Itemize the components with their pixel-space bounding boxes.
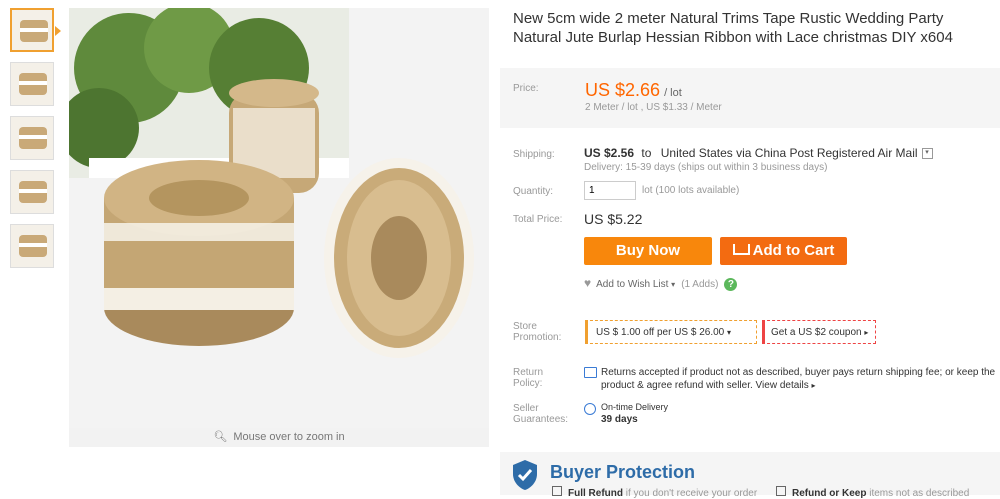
price-per-meter: 2 Meter / lot , US $1.33 / Meter [585,102,722,113]
chevron-right-icon: ▸ [864,328,869,337]
quantity-label: Quantity: [513,186,554,197]
add-to-cart-label: Add to Cart [752,242,835,259]
add-to-wishlist-link[interactable]: Add to Wish List [596,279,668,290]
wishlist-count: (1 Adds) [681,279,719,290]
total-price-label: Total Price: [513,214,563,225]
shipping-dropdown-icon[interactable]: ▾ [921,148,933,160]
full-refund-bold: Full Refund [568,488,623,499]
thumbnail-4[interactable] [10,170,54,214]
thumbnail-2[interactable] [10,62,54,106]
total-price-value: US $5.22 [584,211,643,227]
heart-icon[interactable]: ♥ [584,276,591,290]
quantity-availability: lot (100 lots available) [642,185,740,196]
get-coupon-text: Get a US $2 coupon [771,327,862,338]
chevron-down-icon: ▾ [727,328,732,337]
price-amount: US $2.66 [585,80,661,100]
zoom-hint-text: Mouse over to zoom in [233,431,345,443]
buy-now-button[interactable]: Buy Now [584,237,712,265]
get-coupon-link[interactable]: Get a US $2 coupon ▸ [762,320,876,344]
refund-or-keep-text: items not as described [869,488,970,499]
shipping-destination[interactable]: United States via China Post Registered … [661,146,918,160]
help-icon[interactable]: ? [724,277,738,291]
add-to-cart-button[interactable]: Add to Cart [720,237,847,265]
thumbnail-1[interactable] [10,8,54,52]
thumbnail-3[interactable] [10,116,54,160]
chevron-down-icon[interactable]: ▾ [671,280,675,289]
price-label: Price: [513,83,539,94]
quantity-input[interactable] [584,181,636,200]
zoom-hint-bar: 🔍︎ Mouse over to zoom in [69,428,489,447]
chevron-right-icon: ▸ [811,381,816,390]
cart-icon [732,243,750,255]
shipping-to: to [641,146,652,160]
shipping-label: Shipping: [513,149,555,160]
store-coupon-dropdown[interactable]: US $ 1.00 off per US $ 26.00 ▾ [585,320,757,344]
refund-or-keep-row: Refund or Keep items not as described [776,486,969,499]
price-value: US $2.66/ lot [585,80,682,101]
full-refund-row: Full Refund if you don't receive your or… [552,486,757,499]
product-title: New 5cm wide 2 meter Natural Trims Tape … [513,10,953,46]
return-policy-text: Returns accepted if product not as descr… [601,366,1000,392]
thumbnail-5[interactable] [10,224,54,268]
return-policy-icon [584,367,597,378]
magnifier-icon: 🔍︎ [213,431,228,443]
main-product-image[interactable] [69,8,489,428]
wishlist-row: ♥ Add to Wish List ▾ (1 Adds)? [584,276,738,291]
view-details-link[interactable]: View details [756,380,809,391]
full-refund-text: if you don't receive your order [625,488,758,499]
delivery-estimate: Delivery: 15-39 days (ships out within 3… [584,162,828,173]
clock-icon [584,403,596,415]
price-unit: / lot [664,87,682,99]
on-time-delivery-title: On-time Delivery [601,402,669,412]
product-photo [69,8,489,428]
price-box: Price: US $2.66/ lot 2 Meter / lot , US … [500,68,1000,128]
store-coupon-text: US $ 1.00 off per US $ 26.00 [596,327,725,338]
refund-or-keep-bold: Refund or Keep [792,488,867,499]
active-thumb-arrow [55,26,61,36]
shield-icon [513,460,537,490]
shipping-price: US $2.56 [584,146,635,160]
store-promotion-label: Store Promotion: [513,321,562,343]
thumbnail-strip [10,8,58,278]
seller-guarantees-label: Seller Guarantees: [513,403,569,425]
return-policy-label: Return Policy: [513,367,544,389]
on-time-delivery-days: 39 days [601,414,638,425]
buyer-protection-title: Buyer Protection [550,462,696,482]
shipping-info: US $2.56 to United States via China Post… [584,146,933,160]
